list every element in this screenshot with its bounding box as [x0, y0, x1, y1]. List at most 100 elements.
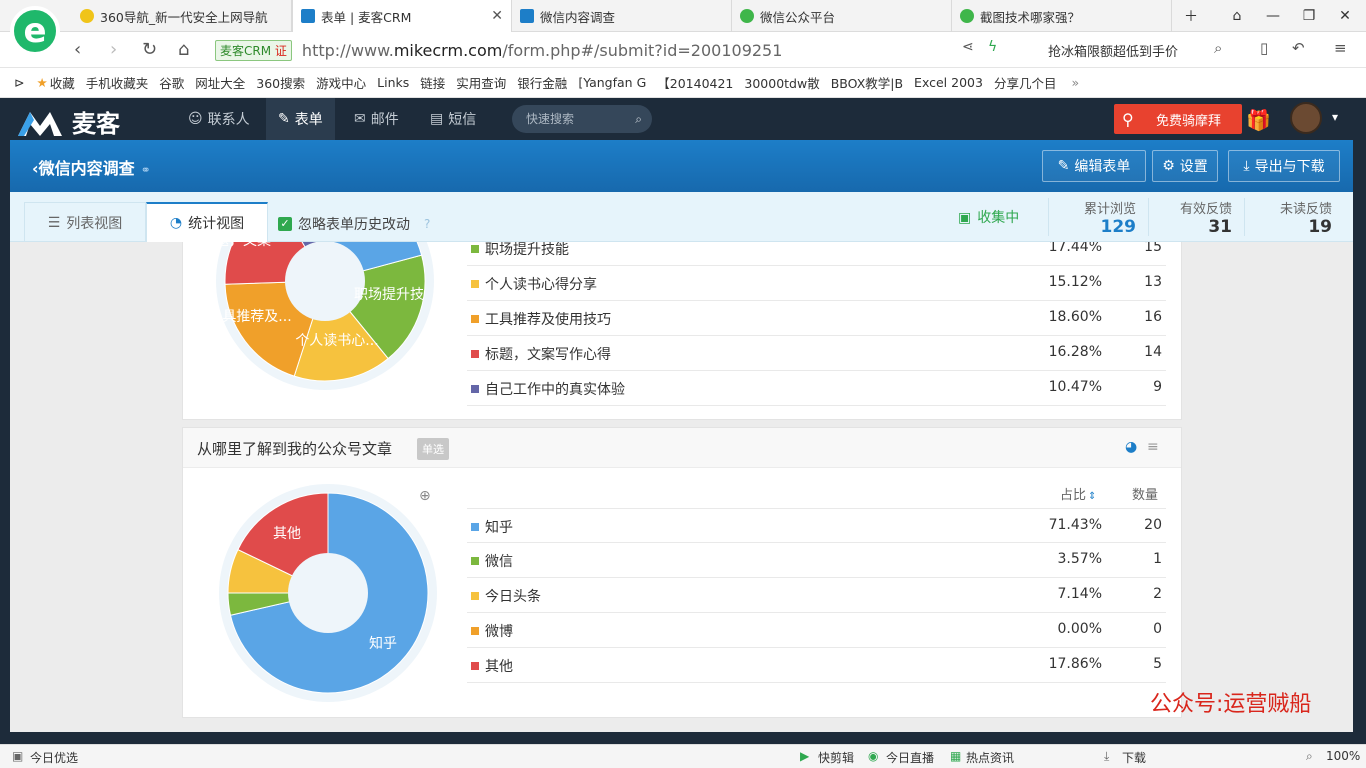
bookmark-item[interactable]: 游戏中心 [316, 73, 366, 92]
free-ride-button[interactable]: ⚲ 免费骑摩拜 [1114, 104, 1242, 134]
bookmark-item[interactable]: 网址大全 [195, 73, 245, 92]
slice-label: 职场提升技 [354, 287, 424, 303]
zoom-in-icon[interactable]: ⊕ [419, 488, 431, 504]
new-tab-icon[interactable]: ＋ [1174, 0, 1208, 32]
more-bookmarks-icon[interactable]: » [1071, 75, 1079, 90]
gift-icon[interactable]: 🎁 [1246, 108, 1271, 132]
collecting-status[interactable]: ▣ 收集中 [958, 207, 1019, 227]
restore-icon[interactable]: ❐ [1292, 0, 1326, 32]
bookmark-item[interactable]: 谷歌 [159, 73, 184, 92]
forward-icon[interactable]: › [110, 39, 117, 60]
bookmark-item[interactable]: 分享几个目 [994, 73, 1057, 92]
nav-sms[interactable]: ▤ 短信 [422, 98, 484, 140]
zoom-icon: ⌕ [1306, 749, 1313, 763]
nav-contacts[interactable]: ☺ 联系人 [178, 98, 260, 140]
brand-logo[interactable]: 麦客 [18, 104, 120, 139]
url-text[interactable]: http://www.mikecrm.com/form.php#/submit?… [302, 41, 783, 60]
bookmark-item[interactable]: 收藏 [50, 73, 75, 92]
bookmark-item[interactable]: 银行金融 [517, 73, 567, 92]
status-item[interactable]: 热点资讯 [966, 749, 1014, 766]
share-icon[interactable]: ⋖ [962, 39, 974, 55]
lightning-icon[interactable]: ϟ [988, 39, 997, 55]
donut-hole [288, 553, 368, 633]
url-field[interactable]: 麦客CRM 证 http://www.mikecrm.com/form.php#… [215, 38, 782, 62]
search-icon[interactable]: ⌕ [1214, 39, 1222, 57]
tab-360nav[interactable]: 360导航_新一代安全上网导航 [72, 0, 292, 32]
bookmark-item[interactable]: 360搜索 [256, 73, 305, 92]
table-row: 职场提升技能 17.44% 15 [467, 242, 1166, 266]
legend-swatch [471, 523, 479, 531]
address-bar: ‹ › ↻ ⌂ 麦客CRM 证 http://www.mikecrm.com/f… [0, 32, 1366, 68]
minimize-icon[interactable]: — [1256, 0, 1290, 32]
quick-search-input[interactable]: 快速搜索 ⌕ [512, 105, 652, 133]
back-icon[interactable]: ‹ [74, 39, 81, 60]
status-item[interactable]: 今日直播 [886, 749, 934, 766]
status-item[interactable]: 下载 [1122, 749, 1146, 766]
bookmark-item[interactable]: 30000tdw散 [744, 73, 819, 92]
tab-label: 微信公众平台 [760, 9, 836, 25]
settings-button[interactable]: ⚙ 设置 [1152, 150, 1218, 182]
option-count: 14 [1144, 344, 1162, 360]
stats-content: 题，文案职场提升技具推荐及...个人读书心... 职场提升技能17.44%15 … [10, 242, 1353, 732]
help-icon[interactable]: ? [424, 217, 430, 231]
person-icon: ☺ [188, 111, 203, 127]
bookmark-item[interactable]: BBOX教学|B [831, 73, 903, 92]
tab-stats-view[interactable]: ◔ 统计视图 [146, 202, 268, 242]
bookmark-item[interactable]: Links [377, 75, 409, 90]
bookmark-item[interactable]: 【20140421 [657, 73, 733, 92]
user-avatar[interactable] [1290, 102, 1322, 134]
menu-icon[interactable]: ≡ [1334, 39, 1347, 57]
tab-wechat-survey[interactable]: 微信内容调查 [512, 0, 732, 32]
tab-wechat-platform[interactable]: 微信公众平台 [732, 0, 952, 32]
360-browser-logo[interactable]: e [10, 6, 60, 56]
option-percent: 3.57% [1057, 551, 1102, 567]
form-title[interactable]: ‹微信内容调查 ⚭ [32, 155, 151, 179]
brand-name: 麦客 [72, 110, 120, 138]
chevron-down-icon[interactable]: ▾ [1332, 110, 1338, 124]
bookmark-item[interactable]: 手机收藏夹 [86, 73, 149, 92]
option-label: 微博 [485, 624, 513, 640]
sort-icon[interactable]: ⇕ [1088, 491, 1096, 502]
bookmark-item[interactable]: Excel 2003 [914, 75, 983, 90]
back-chevron-icon[interactable]: ‹ [32, 159, 39, 178]
link-icon[interactable]: ⚭ [141, 163, 151, 177]
sidebar-toggle-icon[interactable]: ⊳ [14, 75, 24, 90]
app-header: 麦客 ☺ 联系人 ✎ 表单 ✉ 邮件 ▤ 短信 快速搜索 ⌕ ⚲ 免费骑摩拜 🎁 ▾ [10, 98, 1353, 140]
bookmark-item[interactable]: 链接 [420, 73, 445, 92]
tab-screenshot[interactable]: 截图技术哪家强？ [952, 0, 1172, 32]
stat-valid-feedback: 有效反馈 31 [1179, 202, 1232, 237]
export-button[interactable]: ⤓ 导出与下载 [1228, 150, 1340, 182]
bookmark-item[interactable]: [Yangfan G [578, 75, 646, 90]
status-item[interactable]: 快剪辑 [818, 749, 854, 766]
close-window-icon[interactable]: ✕ [1328, 0, 1362, 32]
home-icon[interactable]: ⌂ [178, 39, 189, 60]
search-suggestion[interactable]: 抢冰箱限额超低到手价 [1048, 41, 1178, 60]
undo-icon[interactable]: ↶ [1292, 39, 1305, 57]
single-choice-badge: 单选 [417, 438, 449, 460]
nav-forms[interactable]: ✎ 表单 [266, 98, 335, 140]
form-status-icon: ▣ [958, 210, 972, 226]
mobile-icon[interactable]: ▯ [1260, 39, 1268, 57]
news-icon: ▦ [950, 749, 962, 763]
close-tab-icon[interactable]: ✕ [491, 8, 503, 24]
today-picks[interactable]: 今日优选 [30, 749, 78, 766]
reload-icon[interactable]: ↻ [142, 39, 157, 60]
cert-badge[interactable]: 麦客CRM 证 [215, 39, 292, 61]
shirt-icon[interactable]: ⌂ [1220, 0, 1254, 32]
option-label: 自己工作中的真实体验 [485, 382, 625, 398]
column-header-percent[interactable]: 占比 ⇕ [1060, 484, 1096, 503]
ignore-history-checkbox[interactable]: ✓ 忽略表单历史改动? [278, 214, 430, 234]
option-count: 1 [1153, 551, 1162, 567]
option-count: 5 [1153, 656, 1162, 672]
pie-chart-toggle-icon[interactable]: ◕ [1125, 439, 1137, 455]
tab-label: 截图技术哪家强？ [980, 9, 1081, 25]
list-toggle-icon[interactable]: ≡ [1147, 439, 1159, 455]
bookmark-item[interactable]: 实用查询 [456, 73, 506, 92]
tab-mikecrm-form[interactable]: 表单 | 麦客CRM ✕ [292, 0, 512, 32]
nav-email[interactable]: ✉ 邮件 [346, 98, 407, 140]
edit-form-button[interactable]: ✎ 编辑表单 [1042, 150, 1146, 182]
watermark-text: 公众号:运营贼船 [1150, 692, 1312, 717]
tab-list-view[interactable]: ☰ 列表视图 [24, 202, 146, 242]
option-count: 13 [1144, 274, 1162, 290]
zoom-level[interactable]: 100% [1326, 749, 1360, 763]
